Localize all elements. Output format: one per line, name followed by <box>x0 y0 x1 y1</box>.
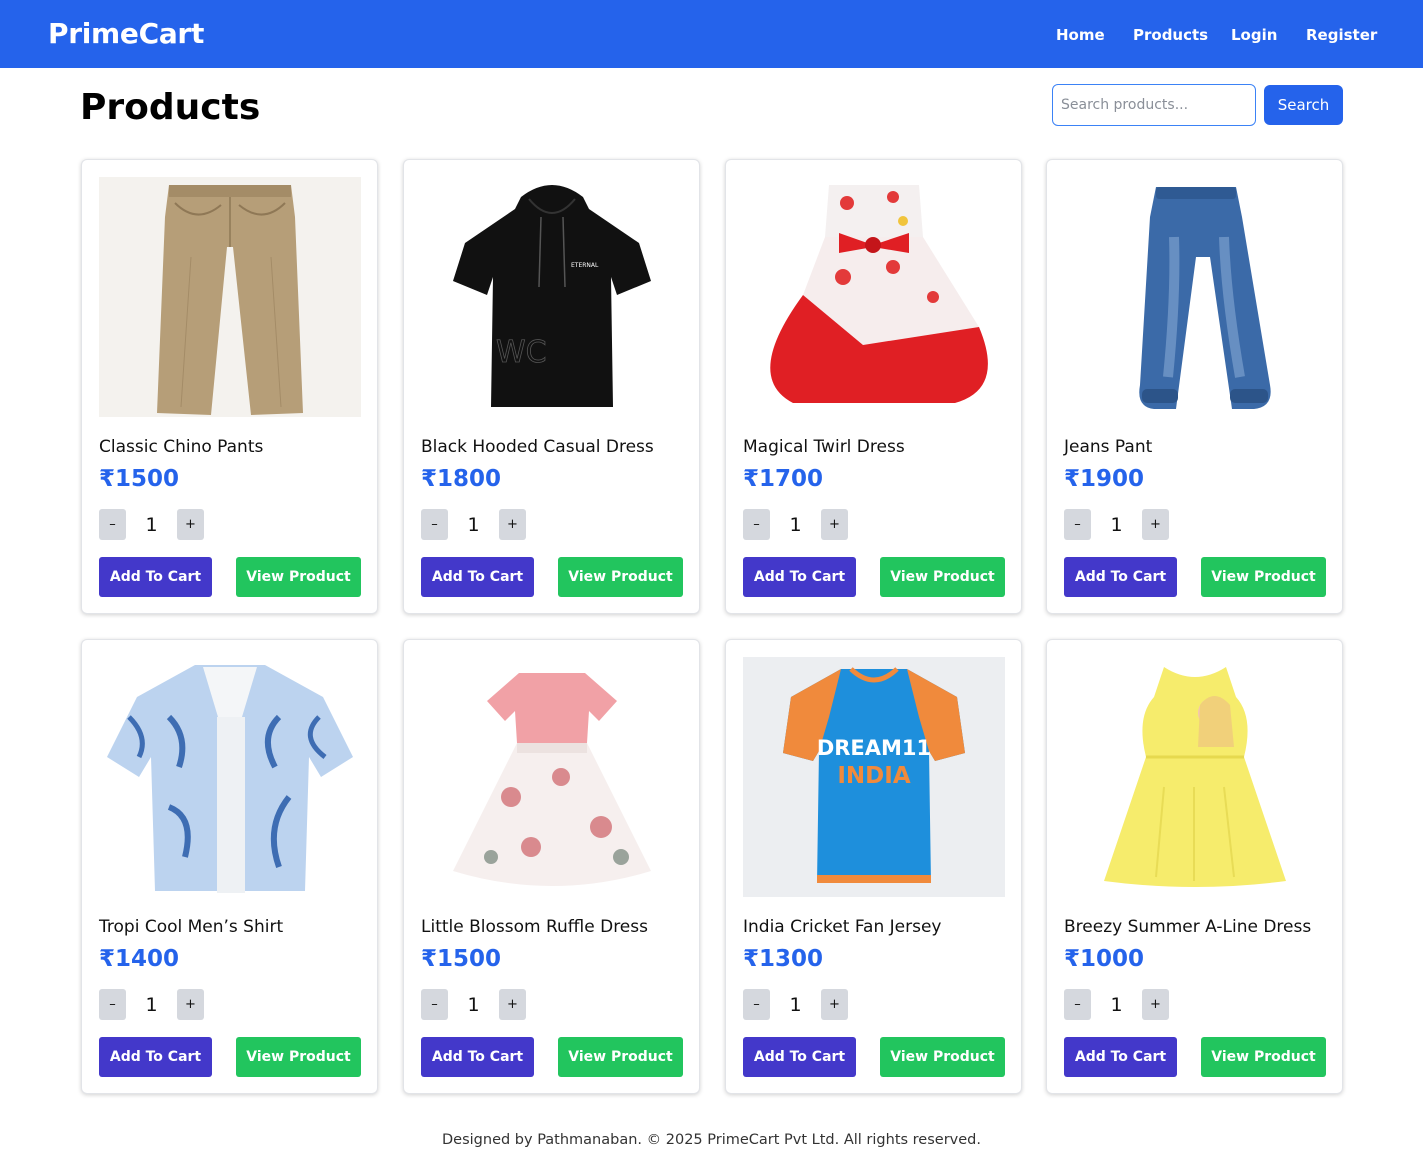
quantity-decrease-button[interactable]: – <box>421 989 448 1020</box>
product-name: Magical Twirl Dress <box>743 437 905 457</box>
tropical-shirt-image[interactable] <box>99 657 361 897</box>
quantity-increase-button[interactable]: + <box>1142 509 1169 540</box>
quantity-increase-button[interactable]: + <box>499 989 526 1020</box>
add-to-cart-button[interactable]: Add To Cart <box>1064 1037 1177 1077</box>
search-input[interactable] <box>1052 84 1256 126</box>
quantity-value: 1 <box>789 514 802 536</box>
chino-pants-image[interactable] <box>99 177 361 417</box>
quantity-increase-button[interactable]: + <box>1142 989 1169 1020</box>
quantity-value: 1 <box>1110 514 1123 536</box>
nav-link-products[interactable]: Products <box>1133 25 1208 45</box>
svg-text:WC: WC <box>496 335 547 370</box>
black-hoodie-image[interactable]: ETERNAL WC <box>421 177 683 417</box>
quantity-decrease-button[interactable]: – <box>1064 989 1091 1020</box>
add-to-cart-button[interactable]: Add To Cart <box>743 557 856 597</box>
product-card: Breezy Summer A-Line Dress ₹1000 – 1 + A… <box>1046 639 1343 1094</box>
add-to-cart-button[interactable]: Add To Cart <box>421 557 534 597</box>
quantity-value: 1 <box>1110 994 1123 1016</box>
product-name: Tropi Cool Men’s Shirt <box>99 917 284 937</box>
view-product-button[interactable]: View Product <box>236 557 361 597</box>
quantity-value: 1 <box>467 514 480 536</box>
summer-dress-image[interactable] <box>1064 657 1326 897</box>
quantity-increase-button[interactable]: + <box>821 989 848 1020</box>
product-price: ₹1900 <box>1064 466 1145 492</box>
footer-text: Designed by Pathmanaban. © 2025 PrimeCar… <box>442 1132 981 1148</box>
view-product-button[interactable]: View Product <box>558 1037 683 1077</box>
nav-link-register[interactable]: Register <box>1306 25 1377 45</box>
product-card: Magical Twirl Dress ₹1700 – 1 + Add To C… <box>725 159 1022 614</box>
view-product-button[interactable]: View Product <box>1201 1037 1326 1077</box>
svg-text:DREAM11: DREAM11 <box>817 736 931 760</box>
quantity-value: 1 <box>467 994 480 1016</box>
quantity-decrease-button[interactable]: – <box>743 509 770 540</box>
product-price: ₹1500 <box>99 466 180 492</box>
quantity-value: 1 <box>145 514 158 536</box>
top-navbar: PrimeCart Home Products Login Register <box>0 0 1423 68</box>
quantity-decrease-button[interactable]: – <box>421 509 448 540</box>
view-product-button[interactable]: View Product <box>1201 557 1326 597</box>
product-card: DREAM11 INDIA India Cricket Fan Jersey ₹… <box>725 639 1022 1094</box>
page-title: Products <box>80 87 261 128</box>
ruffle-dress-image[interactable] <box>421 657 683 897</box>
add-to-cart-button[interactable]: Add To Cart <box>99 1037 212 1077</box>
product-name: Classic Chino Pants <box>99 437 264 457</box>
view-product-button[interactable]: View Product <box>558 557 683 597</box>
svg-text:INDIA: INDIA <box>837 763 910 789</box>
brand-logo[interactable]: PrimeCart <box>48 16 204 52</box>
search-button[interactable]: Search <box>1264 85 1343 125</box>
nav-link-login[interactable]: Login <box>1231 25 1277 45</box>
product-card: Little Blossom Ruffle Dress ₹1500 – 1 + … <box>403 639 700 1094</box>
product-card: Classic Chino Pants ₹1500 – 1 + Add To C… <box>81 159 378 614</box>
add-to-cart-button[interactable]: Add To Cart <box>743 1037 856 1077</box>
quantity-increase-button[interactable]: + <box>177 989 204 1020</box>
quantity-decrease-button[interactable]: – <box>99 989 126 1020</box>
view-product-button[interactable]: View Product <box>880 1037 1005 1077</box>
add-to-cart-button[interactable]: Add To Cart <box>1064 557 1177 597</box>
jeans-pant-image[interactable] <box>1064 177 1326 417</box>
product-card: ETERNAL WC Black Hooded Casual Dress ₹18… <box>403 159 700 614</box>
product-price: ₹1500 <box>421 946 502 972</box>
product-card: Tropi Cool Men’s Shirt ₹1400 – 1 + Add T… <box>81 639 378 1094</box>
quantity-increase-button[interactable]: + <box>821 509 848 540</box>
twirl-dress-image[interactable] <box>743 177 1005 417</box>
quantity-decrease-button[interactable]: – <box>743 989 770 1020</box>
product-name: India Cricket Fan Jersey <box>743 917 942 937</box>
nav-link-home[interactable]: Home <box>1056 25 1105 45</box>
quantity-decrease-button[interactable]: – <box>1064 509 1091 540</box>
cricket-jersey-image[interactable]: DREAM11 INDIA <box>743 657 1005 897</box>
quantity-increase-button[interactable]: + <box>499 509 526 540</box>
quantity-value: 1 <box>145 994 158 1016</box>
product-price: ₹1300 <box>743 946 824 972</box>
svg-text:ETERNAL: ETERNAL <box>571 262 599 269</box>
quantity-decrease-button[interactable]: – <box>99 509 126 540</box>
product-name: Black Hooded Casual Dress <box>421 437 654 457</box>
product-price: ₹1400 <box>99 946 180 972</box>
view-product-button[interactable]: View Product <box>880 557 1005 597</box>
product-name: Breezy Summer A-Line Dress <box>1064 917 1312 937</box>
product-price: ₹1800 <box>421 466 502 492</box>
add-to-cart-button[interactable]: Add To Cart <box>99 557 212 597</box>
quantity-increase-button[interactable]: + <box>177 509 204 540</box>
add-to-cart-button[interactable]: Add To Cart <box>421 1037 534 1077</box>
product-price: ₹1000 <box>1064 946 1145 972</box>
quantity-value: 1 <box>789 994 802 1016</box>
product-name: Jeans Pant <box>1064 437 1153 457</box>
product-price: ₹1700 <box>743 466 824 492</box>
view-product-button[interactable]: View Product <box>236 1037 361 1077</box>
product-name: Little Blossom Ruffle Dress <box>421 917 648 937</box>
product-card: Jeans Pant ₹1900 – 1 + Add To Cart View … <box>1046 159 1343 614</box>
